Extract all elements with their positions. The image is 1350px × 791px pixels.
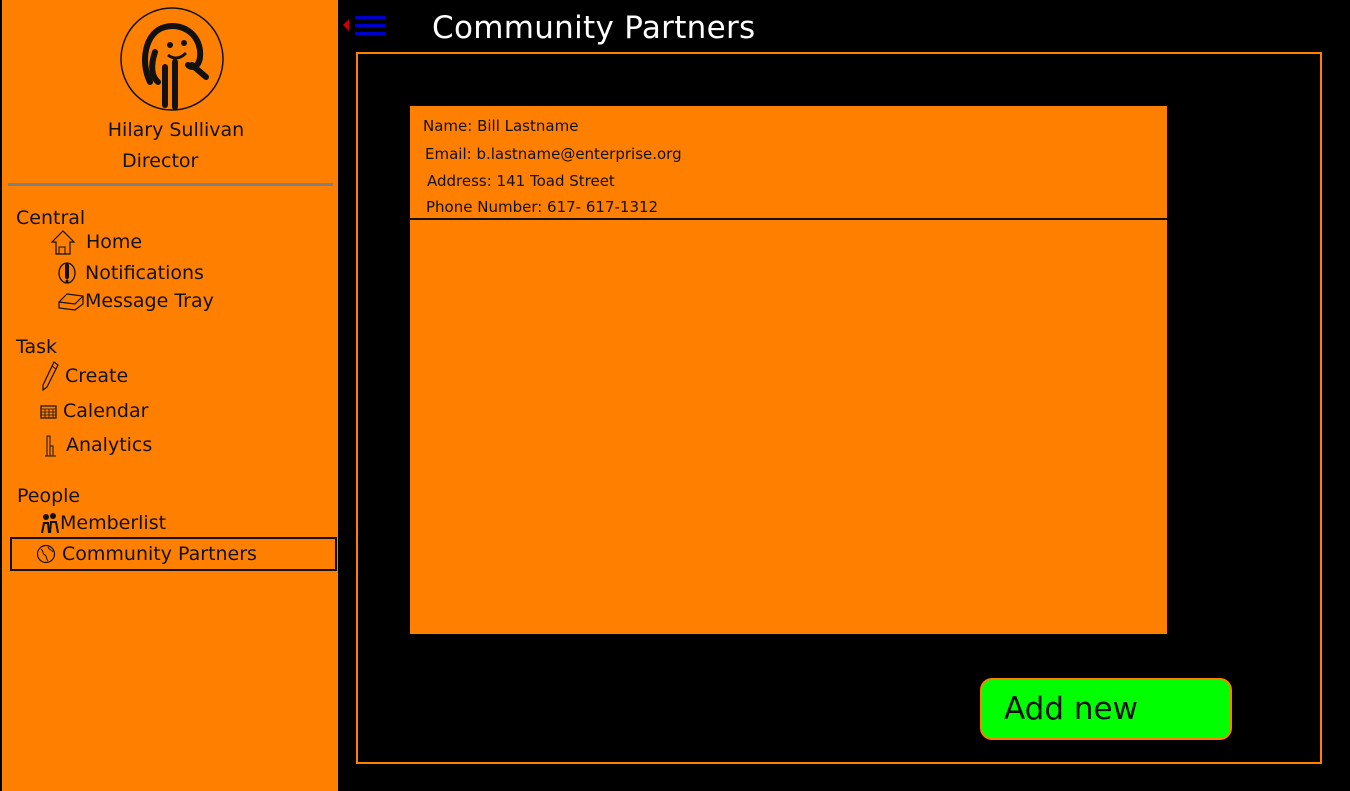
sidebar-item-label: Memberlist — [60, 512, 167, 534]
sidebar-item-label: Calendar — [63, 400, 149, 422]
partner-phone: Phone Number: 617- 617-1312 — [426, 198, 659, 216]
pencil-icon — [42, 361, 59, 392]
sidebar-item-label: Home — [86, 231, 143, 253]
partner-info[interactable]: Name: Bill Lastname Email: b.lastname@en… — [410, 106, 1167, 220]
sidebar-divider — [8, 183, 333, 186]
calendar-icon — [40, 405, 57, 419]
sidebar-item-label: Community Partners — [62, 543, 257, 565]
bar-chart-icon — [45, 435, 56, 457]
avatar — [120, 7, 224, 111]
globe-icon — [36, 544, 56, 564]
menu-toggle-button[interactable] — [342, 14, 386, 40]
section-title-central: Central — [16, 207, 86, 229]
section-title-people: People — [17, 485, 81, 507]
user-role: Director — [122, 150, 199, 172]
sidebar-item-calendar[interactable]: Calendar — [40, 400, 148, 422]
partner-card: Name: Bill Lastname Email: b.lastname@en… — [410, 106, 1167, 634]
sidebar-item-label: Create — [65, 365, 129, 387]
user-name: Hilary Sullivan — [107, 119, 245, 141]
page-title: Community Partners — [432, 10, 756, 46]
sidebar-item-analytics[interactable]: Analytics — [40, 432, 152, 458]
sidebar-item-label: Notifications — [85, 262, 204, 284]
add-new-button[interactable]: Add new — [980, 678, 1232, 740]
sidebar: Hilary Sullivan Director Central Home No… — [0, 0, 338, 791]
sidebar-item-memberlist[interactable]: Memberlist — [40, 512, 166, 534]
sidebar-item-label: Message Tray — [85, 290, 214, 312]
partner-email: Email: b.lastname@enterprise.org — [425, 145, 682, 163]
sidebar-item-message-tray[interactable]: Message Tray — [57, 290, 214, 312]
house-icon — [50, 230, 76, 255]
sidebar-item-label: Analytics — [66, 434, 153, 456]
section-title-task: Task — [16, 336, 58, 358]
sidebar-item-community-partners[interactable]: Community Partners — [10, 537, 337, 571]
tray-icon — [58, 293, 84, 311]
sidebar-item-home[interactable]: Home — [50, 229, 142, 255]
sidebar-item-create[interactable]: Create — [40, 360, 128, 392]
partner-name: Name: Bill Lastname — [423, 117, 579, 135]
people-icon — [41, 513, 59, 534]
sidebar-item-notifications[interactable]: Notifications — [57, 261, 204, 285]
partner-address: Address: 141 Toad Street — [427, 172, 615, 190]
bell-icon — [58, 262, 76, 284]
